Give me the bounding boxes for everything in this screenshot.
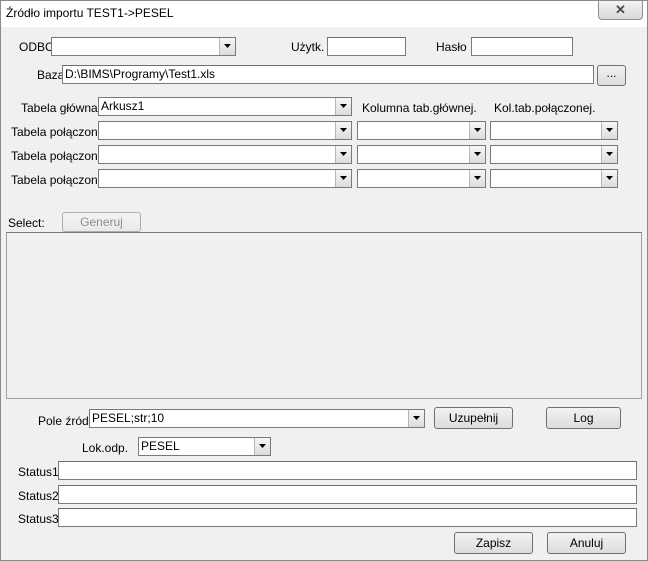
main-column-combo[interactable]: [357, 145, 486, 164]
main-column-dropdown-button[interactable]: [469, 170, 485, 187]
database-label: Baza: [37, 68, 65, 82]
chevron-down-icon: [606, 128, 613, 132]
joined-table-label: Tabela połączona: [11, 149, 105, 163]
lok-dropdown-button[interactable]: [254, 438, 270, 455]
generate-button[interactable]: Generuj: [62, 212, 141, 232]
chevron-down-icon: [413, 416, 420, 420]
save-button[interactable]: Zapisz: [454, 532, 533, 554]
log-button[interactable]: Log: [546, 407, 621, 429]
close-icon: ✕: [615, 2, 626, 17]
window-title: Źródło importu TEST1->PESEL: [6, 6, 174, 20]
main-column-dropdown-button[interactable]: [469, 122, 485, 139]
source-field-label: Pole źródł: [38, 414, 92, 428]
joined-table-dropdown-button[interactable]: [335, 122, 351, 139]
chevron-down-icon: [606, 176, 613, 180]
lok-value: PESEL: [141, 439, 180, 453]
joined-column-combo[interactable]: [490, 145, 618, 164]
title-bar: Źródło importu TEST1->PESEL ✕: [1, 1, 647, 27]
chevron-down-icon: [474, 128, 481, 132]
status1-label: Status1: [18, 465, 59, 479]
odbc-dropdown-button[interactable]: [219, 38, 235, 55]
chevron-down-icon: [340, 152, 347, 156]
joined-table-dropdown-button[interactable]: [335, 170, 351, 187]
database-path-field[interactable]: D:\BIMS\Programy\Test1.xls: [62, 65, 594, 84]
source-field-combo[interactable]: PESEL;str;10: [89, 409, 425, 428]
status2-field: [58, 485, 637, 504]
joined-column-combo[interactable]: [490, 121, 618, 140]
joined-table-combo[interactable]: [98, 145, 352, 164]
chevron-down-icon: [340, 176, 347, 180]
select-label: Select:: [8, 216, 45, 230]
chevron-down-icon: [474, 152, 481, 156]
chevron-down-icon: [474, 176, 481, 180]
password-label: Hasło: [436, 40, 467, 54]
joined-column-header: Kol.tab.połączonej.: [494, 101, 596, 115]
main-table-value: Arkusz1: [101, 99, 145, 113]
dialog-window: Źródło importu TEST1->PESEL ✕ ODBC Użytk…: [0, 0, 648, 561]
status1-field: [58, 461, 637, 480]
main-column-dropdown-button[interactable]: [469, 146, 485, 163]
complete-button[interactable]: Uzupełnij: [434, 407, 513, 429]
chevron-down-icon: [340, 128, 347, 132]
joined-table-dropdown-button[interactable]: [335, 146, 351, 163]
joined-column-dropdown-button[interactable]: [601, 170, 617, 187]
status2-label: Status2: [18, 489, 59, 503]
main-column-header: Kolumna tab.głównej.: [362, 101, 477, 115]
joined-column-dropdown-button[interactable]: [601, 122, 617, 139]
joined-table-label: Tabela połączona: [11, 173, 105, 187]
source-field-value: PESEL;str;10: [92, 411, 165, 425]
status3-field: [58, 508, 637, 527]
close-button[interactable]: ✕: [598, 1, 643, 20]
lok-label: Lok.odp.: [82, 441, 129, 455]
odbc-combo[interactable]: [51, 37, 236, 56]
browse-button[interactable]: ...: [597, 65, 626, 86]
status3-label: Status3: [18, 512, 59, 526]
chevron-down-icon: [259, 444, 266, 448]
user-label: Użytk.: [291, 40, 325, 54]
main-column-combo[interactable]: [357, 169, 486, 188]
chevron-down-icon: [606, 152, 613, 156]
user-field[interactable]: [327, 37, 406, 56]
sql-text-area[interactable]: [6, 232, 642, 399]
source-field-dropdown-button[interactable]: [408, 410, 424, 427]
joined-table-label: Tabela połączona: [11, 125, 105, 139]
cancel-button[interactable]: Anuluj: [547, 532, 626, 554]
main-column-combo[interactable]: [357, 121, 486, 140]
password-field[interactable]: [471, 37, 573, 56]
lok-combo[interactable]: PESEL: [138, 437, 271, 456]
joined-column-dropdown-button[interactable]: [601, 146, 617, 163]
odbc-label: ODBC: [19, 40, 54, 54]
chevron-down-icon: [340, 104, 347, 108]
joined-table-combo[interactable]: [98, 121, 352, 140]
joined-table-combo[interactable]: [98, 169, 352, 188]
main-table-dropdown-button[interactable]: [335, 98, 351, 115]
main-table-label: Tabela główna: [21, 101, 98, 115]
joined-column-combo[interactable]: [490, 169, 618, 188]
main-table-combo[interactable]: Arkusz1: [98, 97, 352, 116]
chevron-down-icon: [224, 44, 231, 48]
